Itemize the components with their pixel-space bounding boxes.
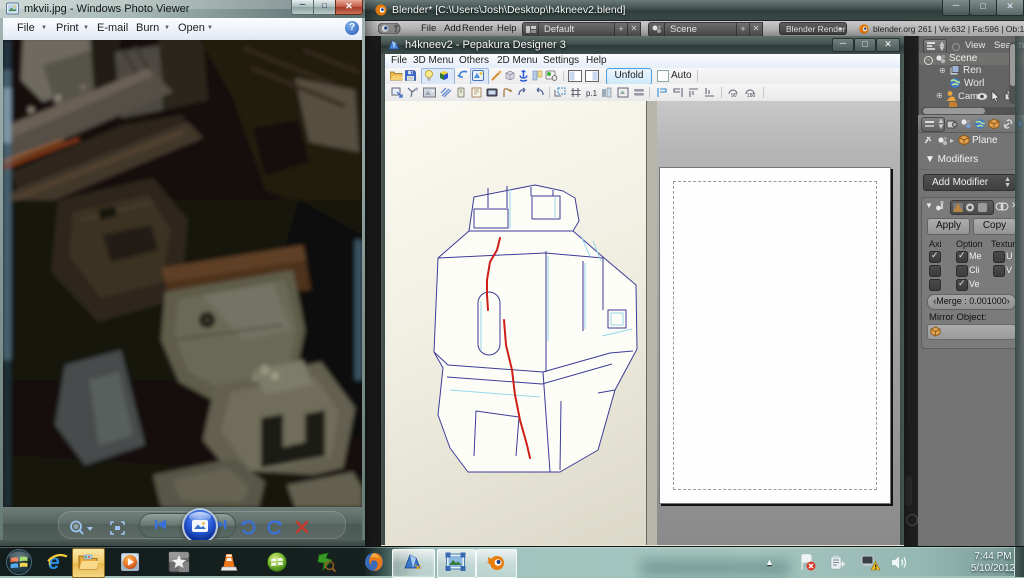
svg-text:180: 180	[747, 93, 756, 98]
svg-text:90: 90	[731, 93, 737, 98]
svg-text:p.1: p.1	[586, 89, 598, 98]
